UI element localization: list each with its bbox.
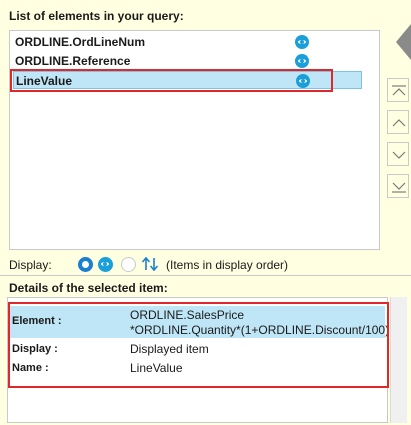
query-elements-list[interactable]: ORDLINE.OrdLineNum ORDLINE.Reference Lin… [9,30,380,250]
move-up-button[interactable] [387,110,409,134]
move-to-top-button[interactable] [387,78,409,102]
selected-item-highlight [10,69,333,92]
move-top-icon [392,85,406,96]
collapse-panel-icon[interactable] [396,24,411,60]
move-to-bottom-button[interactable] [387,174,409,198]
details-title: Details of the selected item: [9,281,168,295]
display-eye-icon[interactable] [98,257,113,272]
eye-icon[interactable] [295,54,309,68]
list-item[interactable]: ORDLINE.OrdLineNum [13,33,362,51]
chevron-up-icon [392,119,406,127]
list-item-label: ORDLINE.OrdLineNum [15,35,146,49]
move-bottom-icon [392,182,406,193]
list-item[interactable]: ORDLINE.Reference [13,52,362,70]
sort-arrows-icon[interactable] [141,255,159,273]
display-radio-selected[interactable] [78,257,93,272]
move-down-button[interactable] [387,142,409,166]
eye-icon[interactable] [295,35,309,49]
list-item-label: ORDLINE.Reference [15,54,131,68]
display-order-text: (Items in display order) [166,258,289,272]
details-highlight [8,302,389,388]
section-divider [0,275,411,276]
details-scrollbar[interactable] [390,297,407,423]
query-list-title: List of elements in your query: [9,9,184,23]
display-label: Display: [9,258,52,272]
display-radio-order[interactable] [121,257,136,272]
chevron-down-icon [392,151,406,159]
